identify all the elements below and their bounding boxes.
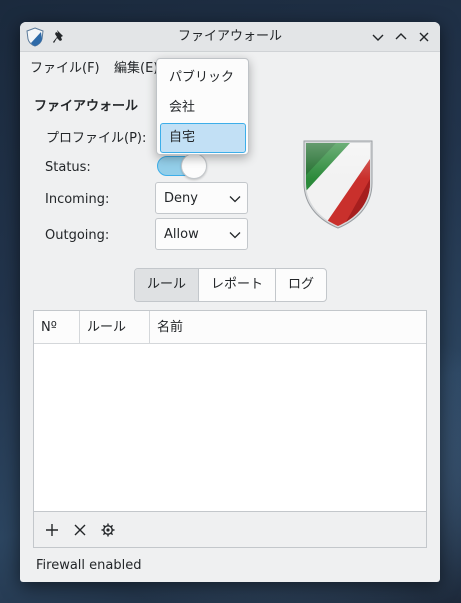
- chevron-down-icon: [229, 232, 241, 239]
- tab-bar: ルール レポート ログ: [134, 268, 328, 302]
- rules-toolbar: [33, 512, 427, 548]
- chevron-down-icon: [229, 196, 241, 203]
- dropdown-item-office[interactable]: 会社: [160, 93, 246, 123]
- outgoing-value: Allow: [164, 227, 199, 242]
- plus-icon[interactable]: [44, 522, 60, 538]
- status-bar-text: Firewall enabled: [36, 558, 142, 573]
- dropdown-item-home[interactable]: 自宅: [160, 123, 246, 153]
- chevron-down-icon: [372, 34, 384, 41]
- close-icon: [419, 32, 429, 42]
- incoming-label: Incoming:: [45, 192, 110, 207]
- incoming-select[interactable]: Deny: [155, 182, 248, 214]
- outgoing-label: Outgoing:: [45, 228, 110, 243]
- profile-dropdown-menu: パブリック 会社 自宅: [156, 58, 249, 155]
- tab-rules[interactable]: ルール: [135, 269, 200, 301]
- status-toggle[interactable]: [157, 153, 209, 179]
- column-header-number[interactable]: Nº: [34, 311, 80, 344]
- incoming-value: Deny: [164, 191, 198, 206]
- menu-file[interactable]: ファイル(F): [30, 57, 100, 76]
- maximize-button[interactable]: [393, 29, 409, 45]
- dropdown-item-public[interactable]: パブリック: [160, 63, 246, 93]
- rules-table[interactable]: Nº ルール 名前: [33, 310, 427, 512]
- tab-log[interactable]: ログ: [276, 269, 326, 301]
- x-icon[interactable]: [72, 522, 88, 538]
- toggle-knob: [181, 153, 207, 179]
- minimize-button[interactable]: [370, 29, 386, 45]
- close-button[interactable]: [416, 29, 432, 45]
- tab-report[interactable]: レポート: [199, 269, 277, 301]
- table-header: Nº ルール 名前: [34, 311, 426, 344]
- titlebar[interactable]: ファイアウォール: [20, 22, 440, 52]
- gear-icon[interactable]: [100, 522, 116, 538]
- outgoing-select[interactable]: Allow: [155, 218, 248, 250]
- profile-label: プロファイル(P):: [46, 131, 147, 146]
- column-header-name[interactable]: 名前: [150, 311, 426, 344]
- firewall-shield-icon: [303, 140, 373, 229]
- section-title: ファイアウォール: [34, 99, 139, 114]
- status-label: Status:: [45, 160, 91, 175]
- menu-edit[interactable]: 編集(E): [114, 57, 158, 76]
- column-header-rule[interactable]: ルール: [80, 311, 150, 344]
- chevron-up-icon: [395, 33, 407, 40]
